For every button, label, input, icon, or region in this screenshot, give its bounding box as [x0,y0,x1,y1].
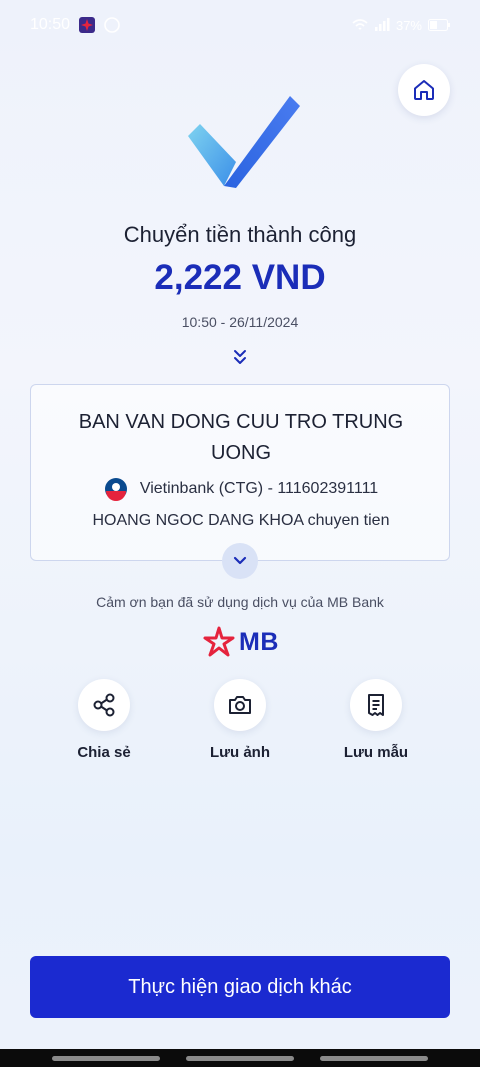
save-image-action[interactable]: Lưu ảnh [180,679,300,761]
bank-account-row: Vietinbank (CTG) - 111602391111 [31,477,451,501]
camera-icon [229,696,251,714]
mb-bank-logo: MB [203,626,279,658]
nav-home-button[interactable] [186,1055,294,1061]
app-notification-icon [79,17,96,33]
recipient-name: BAN VAN DONG CUU TRO TRUNG UONG [78,411,404,464]
receipt-icon [368,694,384,716]
transfer-memo: HOANG NGOC DANG KHOA chuyen tien [92,512,390,529]
share-icon [93,693,115,717]
thanks-text: Cảm ơn bạn đã sử dụng dịch vụ của MB Ban… [96,594,384,610]
signal-icon [374,18,390,31]
recipient-card: BAN VAN DONG CUU TRO TRUNG UONG Vietinba… [30,384,450,561]
new-transaction-button[interactable]: Thực hiện giao dịch khác [30,956,450,1018]
mb-logo-text: MB [239,627,279,656]
save-template-button[interactable] [350,679,402,731]
vietinbank-logo-icon [104,478,127,501]
expand-details-button[interactable] [222,543,258,579]
mb-star-icon [203,626,235,657]
wifi-icon [352,19,368,30]
home-button[interactable] [398,64,450,116]
share-action[interactable]: Chia sẻ [44,679,164,761]
save-image-button[interactable] [214,679,266,731]
nav-back-button[interactable] [320,1055,428,1061]
status-left: 10:50 [30,16,120,34]
save-image-label: Lưu ảnh [209,744,271,761]
bank-account-text: Vietinbank (CTG) - 111602391111 [139,480,379,497]
status-time: 10:50 [30,16,71,33]
nav-recent-button[interactable] [52,1055,160,1061]
system-nav-bar [0,1049,480,1067]
chevron-down-icon [233,556,247,565]
transfer-datetime: 10:50 - 26/11/2024 [181,314,299,330]
battery-level: 37% [395,17,422,33]
success-check-icon [188,96,300,188]
share-button[interactable] [78,679,130,731]
share-label: Chia sẻ [77,744,131,761]
status-bar: 10:50 37% [0,0,480,50]
battery-icon [428,19,450,31]
double-chevron-down-icon [234,350,246,364]
messenger-icon [104,17,120,33]
home-icon [414,80,434,100]
transfer-amount: 2,222 VND [154,258,326,297]
save-template-action[interactable]: Lưu mẫu [316,679,436,761]
save-template-label: Lưu mẫu [343,744,409,761]
status-right: 37% [352,18,450,33]
result-title: Chuyển tiền thành công [123,222,357,247]
